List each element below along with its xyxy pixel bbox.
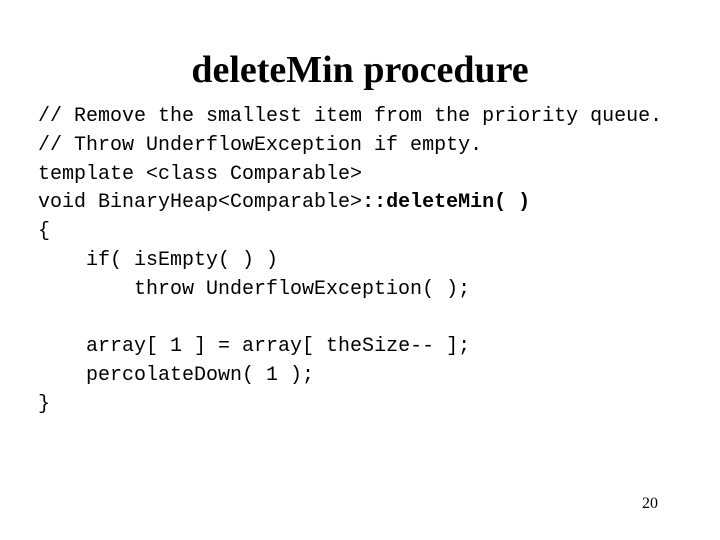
code-line-percolate: percolateDown( 1 ); xyxy=(38,362,662,391)
code-text: percolateDown( 1 ); xyxy=(86,364,315,388)
code-line-array-assign: array[ 1 ] = array[ theSize-- ]; xyxy=(38,333,662,362)
code-line-close-brace: } xyxy=(38,391,662,420)
code-line-comment-remove: // Remove the smallest item from the pri… xyxy=(38,103,662,132)
code-text: void BinaryHeap<Comparable> xyxy=(38,191,363,215)
code-text: } xyxy=(38,392,51,416)
code-line-if-empty: if( isEmpty( ) ) xyxy=(38,247,662,276)
code-text: { xyxy=(38,220,51,244)
code-text: // Remove the smallest item from the pri… xyxy=(38,105,663,128)
code-text: template <class Comparable> xyxy=(38,162,363,186)
code-line-open-brace: { xyxy=(38,218,662,247)
code-text: array[ 1 ] = array[ theSize-- ]; xyxy=(86,335,471,359)
code-line-comment-throw: // Throw UnderflowException if empty. xyxy=(38,132,662,161)
slide-title: deleteMin procedure xyxy=(191,49,529,91)
page-number: 20 xyxy=(642,495,658,512)
code-line-template: template <class Comparable> xyxy=(38,161,662,190)
code-text: throw UnderflowException( ); xyxy=(134,277,471,301)
code-text: if( isEmpty( ) ) xyxy=(86,248,279,272)
code-line-throw: throw UnderflowException( ); xyxy=(38,276,662,305)
code-block: // Remove the smallest item from the pri… xyxy=(38,103,662,420)
code-line-signature: void BinaryHeap<Comparable>::deleteMin( … xyxy=(38,189,662,218)
code-method-name: ::deleteMin( ) xyxy=(362,191,531,215)
code-text: // Throw UnderflowException if empty. xyxy=(38,133,483,157)
